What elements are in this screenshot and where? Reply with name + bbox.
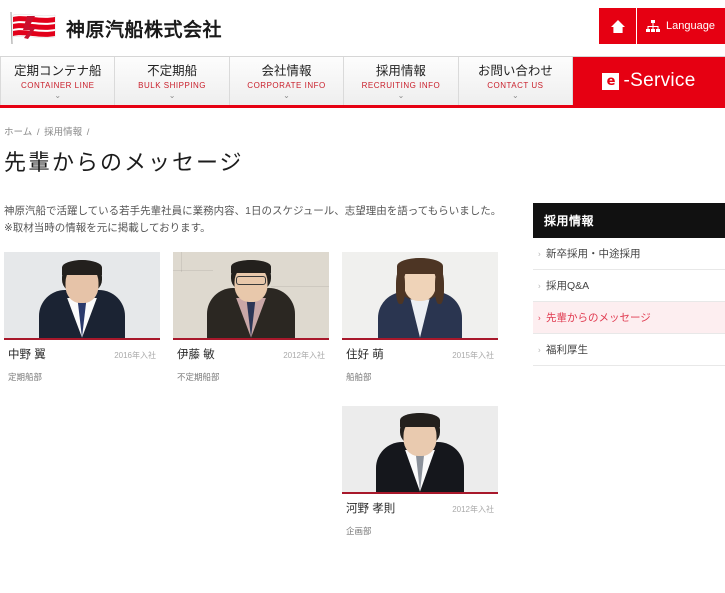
chevron-down-icon: ⌄ xyxy=(54,92,61,100)
sidebar-item-label: 新卒採用・中途採用 xyxy=(546,248,641,260)
portrait-photo xyxy=(4,252,160,340)
chevron-right-icon: › xyxy=(538,345,541,354)
nav-item-container-line[interactable]: 定期コンテナ船 CONTAINER LINE ⌄ xyxy=(0,57,115,105)
nav-item-eservice[interactable]: e -Service xyxy=(573,57,725,105)
site-header: 神原汽船株式会社 Language xyxy=(0,0,725,56)
nav-label-en: RECRUITING INFO xyxy=(362,82,441,90)
profile-card[interactable]: 伊藤 敏 2012年入社 不定期船部 xyxy=(173,252,329,393)
nav-item-recruiting-info[interactable]: 採用情報 RECRUITING INFO ⌄ xyxy=(344,57,458,105)
chevron-down-icon: ⌄ xyxy=(283,92,290,100)
profile-card[interactable]: 住好 萌 2015年入社 船舶部 xyxy=(342,252,498,393)
global-nav: 定期コンテナ船 CONTAINER LINE ⌄ 不定期船 BULK SHIPP… xyxy=(0,56,725,108)
language-button[interactable]: Language xyxy=(637,8,725,44)
kambara-flag-logo-icon xyxy=(8,11,58,45)
chevron-down-icon: ⌄ xyxy=(398,92,405,100)
sidebar-item-recruiting-qa[interactable]: › 採用Q&A xyxy=(533,270,725,302)
company-name: 神原汽船株式会社 xyxy=(66,15,222,42)
profile-name: 伊藤 敏 xyxy=(177,346,215,362)
profile-card-body: 住好 萌 2015年入社 船舶部 xyxy=(342,340,498,393)
chevron-down-icon: ⌄ xyxy=(512,92,519,100)
nav-label-ja: 会社情報 xyxy=(262,65,312,79)
profile-join-year: 2015年入社 xyxy=(452,350,494,361)
site-logo[interactable]: 神原汽船株式会社 xyxy=(8,11,222,45)
nav-item-corporate-info[interactable]: 会社情報 CORPORATE INFO ⌄ xyxy=(230,57,344,105)
portrait-photo xyxy=(173,252,329,340)
profile-department: 不定期船部 xyxy=(177,371,325,383)
home-button[interactable] xyxy=(599,8,637,44)
profile-name: 河野 孝則 xyxy=(346,500,395,516)
nav-label-ja: 定期コンテナ船 xyxy=(14,65,102,79)
page-content: 神原汽船で活躍している若手先輩社員に業務内容、1日のスケジュール、志望理由を語っ… xyxy=(0,203,725,547)
profile-card[interactable]: 河野 孝則 2012年入社 企画部 xyxy=(342,406,498,547)
sidebar-item-label: 採用Q&A xyxy=(546,280,589,292)
portrait-photo xyxy=(342,252,498,340)
profile-join-year: 2012年入社 xyxy=(283,350,325,361)
breadcrumb-recruiting[interactable]: 採用情報 xyxy=(44,127,82,138)
profile-join-year: 2016年入社 xyxy=(114,350,156,361)
chevron-right-icon: › xyxy=(538,281,541,290)
chevron-down-icon: ⌄ xyxy=(169,92,176,100)
nav-label-ja: 採用情報 xyxy=(376,65,426,79)
breadcrumb-home[interactable]: ホーム xyxy=(4,127,32,138)
profile-card-body: 伊藤 敏 2012年入社 不定期船部 xyxy=(173,340,329,393)
profile-department: 企画部 xyxy=(346,525,494,537)
nav-label-ja: お問い合わせ xyxy=(478,65,553,79)
language-label: Language xyxy=(666,20,715,32)
breadcrumb-separator: / xyxy=(37,127,40,138)
sitemap-icon xyxy=(645,19,661,34)
sidebar-item-new-graduate[interactable]: › 新卒採用・中途採用 xyxy=(533,238,725,270)
intro-line-2: ※取材当時の情報を元に掲載しております。 xyxy=(4,220,524,237)
intro-text: 神原汽船で活躍している若手先輩社員に業務内容、1日のスケジュール、志望理由を語っ… xyxy=(4,203,524,238)
nav-label-ja: 不定期船 xyxy=(147,65,197,79)
profile-card[interactable]: 中野 翼 2016年入社 定期船部 xyxy=(4,252,160,393)
chevron-right-icon: › xyxy=(538,313,541,322)
nav-label-en: CONTACT US xyxy=(487,82,543,90)
nav-label-en: BULK SHIPPING xyxy=(138,82,206,90)
profile-department: 定期船部 xyxy=(8,371,156,383)
main-column: 神原汽船で活躍している若手先輩社員に業務内容、1日のスケジュール、志望理由を語っ… xyxy=(4,203,524,547)
breadcrumb: ホーム / 採用情報 / xyxy=(4,124,725,138)
profile-department: 船舶部 xyxy=(346,371,494,383)
profile-join-year: 2012年入社 xyxy=(452,504,494,515)
profile-card-body: 河野 孝則 2012年入社 企画部 xyxy=(342,494,498,547)
portrait-photo xyxy=(342,406,498,494)
sidebar-item-label: 福利厚生 xyxy=(546,344,588,356)
nav-label-en: CORPORATE INFO xyxy=(247,82,325,90)
nav-item-contact-us[interactable]: お問い合わせ CONTACT US ⌄ xyxy=(459,57,573,105)
eservice-label: -Service xyxy=(623,70,695,92)
intro-line-1: 神原汽船で活躍している若手先輩社員に業務内容、1日のスケジュール、志望理由を語っ… xyxy=(4,203,524,220)
home-icon xyxy=(610,19,626,34)
sidebar-heading: 採用情報 xyxy=(533,203,725,238)
sidebar-item-welfare[interactable]: › 福利厚生 xyxy=(533,334,725,366)
nav-label-en: CONTAINER LINE xyxy=(21,82,95,90)
nav-item-bulk-shipping[interactable]: 不定期船 BULK SHIPPING ⌄ xyxy=(115,57,229,105)
chevron-right-icon: › xyxy=(538,249,541,258)
profile-name: 住好 萌 xyxy=(346,346,384,362)
profile-name: 中野 翼 xyxy=(8,346,46,362)
sidebar: 採用情報 › 新卒採用・中途採用 › 採用Q&A › 先輩からのメッセージ › … xyxy=(533,203,725,547)
eservice-mark-icon: e xyxy=(602,73,619,90)
breadcrumb-separator: / xyxy=(87,127,90,138)
profile-card-body: 中野 翼 2016年入社 定期船部 xyxy=(4,340,160,393)
page-title: 先輩からのメッセージ xyxy=(4,145,725,177)
header-utilities: Language xyxy=(599,8,725,44)
sidebar-item-label: 先輩からのメッセージ xyxy=(546,312,651,324)
profile-card-grid: 中野 翼 2016年入社 定期船部 xyxy=(4,252,524,547)
sidebar-item-senior-messages[interactable]: › 先輩からのメッセージ xyxy=(533,302,725,334)
